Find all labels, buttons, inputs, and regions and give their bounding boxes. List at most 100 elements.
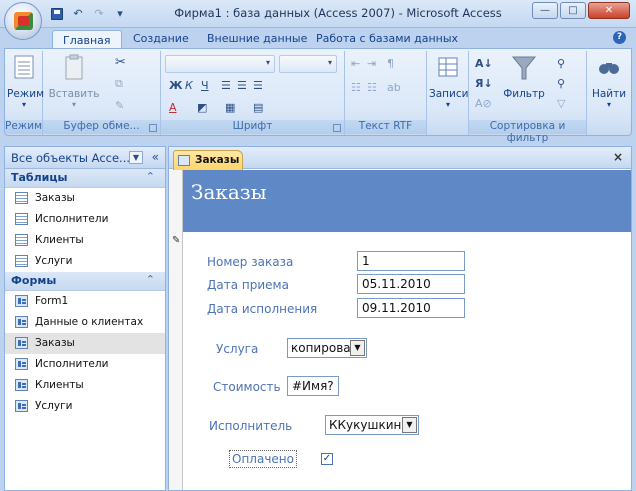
close-window-button[interactable]: ✕ [588, 2, 630, 19]
clear-sort-icon[interactable]: A⊘ [475, 97, 492, 110]
tab-create[interactable]: Создание [133, 32, 189, 45]
align-left-icon[interactable]: ☰ [221, 79, 231, 92]
font-name-dropdown-icon: ▾ [265, 58, 270, 67]
bullets-icon[interactable]: ☷ [351, 81, 361, 94]
document-tab-bar: Заказы × [169, 147, 631, 170]
numbering-icon[interactable]: ☷ [367, 81, 377, 94]
table-icon [15, 213, 28, 225]
document-window: Заказы × Заказы ✎ Номер заказа 1 Дата пр… [168, 146, 632, 491]
nav-item-table-executors[interactable]: Исполнители [5, 209, 165, 230]
italic-button[interactable]: К [185, 79, 193, 92]
ribbon-tabs: Главная Создание Внешние данные Работа с… [0, 28, 636, 50]
nav-item-form-form1[interactable]: Form1 [5, 291, 165, 312]
records-button[interactable]: Записи ▾ [429, 53, 468, 109]
table-icon [15, 255, 28, 267]
cost-label: Стоимость [213, 380, 281, 394]
nav-item-form-orders[interactable]: Заказы [5, 333, 165, 354]
nav-item-table-orders[interactable]: Заказы [5, 188, 165, 209]
office-button[interactable] [4, 2, 42, 40]
nav-item-form-client-data[interactable]: Данные о клиентах [5, 312, 165, 333]
executor-label: Исполнитель [209, 419, 293, 433]
group-sort-filter-label: Сортировка и фильтр [469, 120, 586, 144]
paid-label: Оплачено [229, 450, 297, 468]
nav-item-form-clients[interactable]: Клиенты [5, 375, 165, 396]
completion-date-field[interactable]: 09.11.2010 [357, 298, 465, 318]
nav-group-tables[interactable]: Таблицы ⌃ [5, 169, 165, 188]
minimize-button[interactable]: — [532, 2, 558, 19]
table-icon [15, 192, 28, 204]
tab-external-data[interactable]: Внешние данные [207, 32, 307, 45]
help-icon[interactable]: ? [613, 31, 626, 44]
binoculars-icon [599, 63, 619, 74]
font-color-icon[interactable]: A [169, 101, 177, 114]
nav-item-form-executors[interactable]: Исполнители [5, 354, 165, 375]
group-find: Найти ▾ [587, 51, 631, 135]
advanced-filter-icon[interactable]: ⚲ [557, 77, 565, 90]
nav-group-forms[interactable]: Формы ⌃ [5, 272, 165, 291]
bold-button[interactable]: Ж [169, 79, 182, 92]
tab-home[interactable]: Главная [52, 30, 122, 50]
order-number-label: Номер заказа [207, 255, 294, 269]
find-dropdown-icon: ▾ [606, 100, 611, 109]
increase-indent-icon[interactable]: ⇥ [367, 57, 376, 70]
cost-field[interactable]: #Имя? [287, 376, 339, 396]
nav-menu-dropdown-icon[interactable]: ▼ [129, 151, 143, 164]
selection-filter-icon[interactable]: ⚲ [557, 57, 565, 70]
filter-label: Фильтр [503, 88, 545, 100]
gridlines-icon[interactable]: ▦ [225, 101, 235, 114]
nav-item-label: Form1 [35, 295, 69, 307]
view-button[interactable]: Режим ▾ [7, 53, 44, 109]
nav-item-table-clients[interactable]: Клиенты [5, 230, 165, 251]
sort-descending-icon[interactable]: Я↓ [475, 77, 493, 90]
nav-item-form-services[interactable]: Услуги [5, 396, 165, 417]
find-button[interactable]: Найти ▾ [589, 53, 629, 109]
service-combo[interactable]: копироваі ▼ [287, 338, 367, 358]
clipboard-dialog-launcher[interactable] [149, 124, 157, 132]
order-number-field[interactable]: 1 [357, 251, 465, 271]
paste-button[interactable]: Вставить ▾ [47, 53, 101, 109]
close-document-button[interactable]: × [613, 150, 623, 164]
tab-database-tools[interactable]: Работа с базами данных [316, 32, 458, 45]
record-selector[interactable] [169, 170, 183, 490]
format-painter-icon[interactable]: ✎ [115, 99, 124, 112]
chevron-up-icon: ⌃ [145, 273, 155, 286]
executor-value: ККукушкин [329, 418, 402, 432]
records-dropdown-icon: ▾ [445, 100, 450, 109]
nav-item-table-services[interactable]: Услуги [5, 251, 165, 272]
paragraph-direction-icon[interactable]: ¶ [387, 57, 394, 70]
group-records: Записи ▾ [427, 51, 469, 135]
toggle-filter-icon[interactable]: ▽ [557, 97, 565, 110]
font-dialog-launcher[interactable] [333, 124, 341, 132]
received-date-label: Дата приема [207, 278, 289, 292]
cut-icon[interactable]: ✂ [115, 55, 126, 70]
received-date-field[interactable]: 05.11.2010 [357, 274, 465, 294]
records-icon [438, 57, 458, 77]
nav-collapse-button[interactable]: « [152, 150, 159, 164]
underline-button[interactable]: Ч [201, 79, 209, 92]
paid-checkbox[interactable]: ✓ [321, 453, 333, 465]
form-icon [15, 337, 28, 349]
filter-button[interactable]: Фильтр [499, 53, 549, 100]
group-clipboard-label: Буфер обме... [43, 120, 160, 134]
executor-combo[interactable]: ККукушкин ▼ [325, 415, 419, 435]
table-icon [15, 234, 28, 246]
align-right-icon[interactable]: ☰ [253, 79, 263, 92]
fill-color-icon[interactable]: ◩ [197, 101, 207, 114]
nav-title[interactable]: Все объекты Acce... [11, 151, 130, 165]
align-center-icon[interactable]: ☰ [237, 79, 247, 92]
alternate-fill-icon[interactable]: ▤ [253, 101, 263, 114]
font-size-dropdown-icon: ▾ [327, 58, 332, 67]
font-name-combo[interactable]: ▾ [165, 55, 275, 73]
font-size-combo[interactable]: ▾ [279, 55, 337, 73]
highlight-icon[interactable]: ab [387, 81, 401, 94]
service-dropdown-button[interactable]: ▼ [350, 340, 365, 356]
document-tab-orders[interactable]: Заказы [173, 150, 243, 170]
navigation-pane: Все объекты Acce... ▼ « Таблицы ⌃ Заказы… [4, 146, 166, 491]
copy-icon[interactable]: ⧉ [115, 77, 123, 91]
nav-item-label: Услуги [35, 400, 73, 412]
decrease-indent-icon[interactable]: ⇤ [351, 57, 360, 70]
executor-dropdown-button[interactable]: ▼ [402, 417, 417, 433]
view-dropdown-icon: ▾ [21, 100, 26, 109]
maximize-button[interactable]: □ [560, 2, 586, 19]
sort-ascending-icon[interactable]: A↓ [475, 57, 493, 70]
